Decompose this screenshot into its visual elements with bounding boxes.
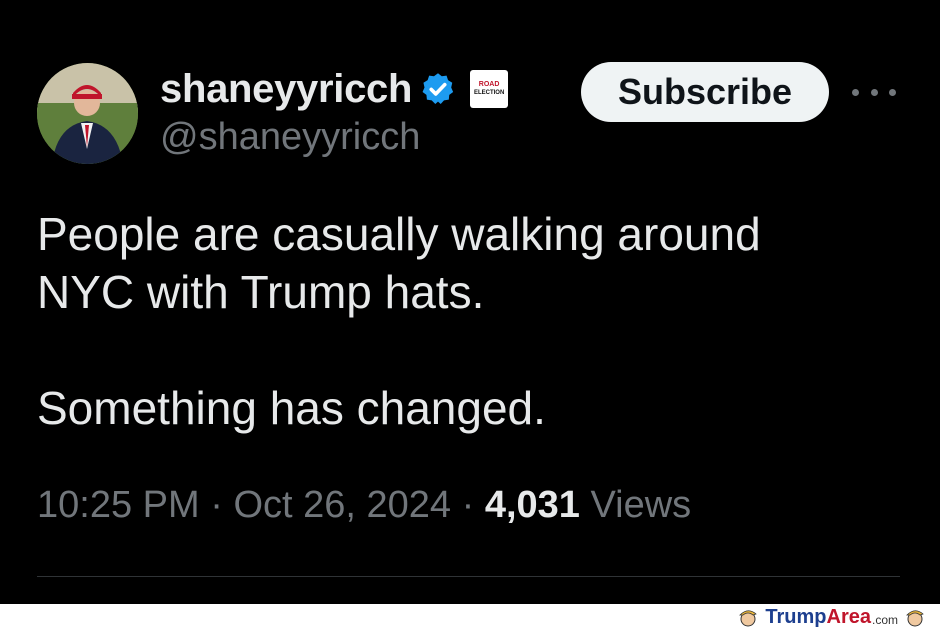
affiliation-line1: ROAD [478, 81, 500, 88]
trump-head-icon [739, 610, 758, 627]
display-name[interactable]: shaneyyricch [160, 67, 412, 112]
tweet-text: People are casually walking around NYC w… [37, 205, 897, 437]
divider [37, 576, 900, 577]
watermark: Trump Area .com [731, 605, 932, 629]
watermark-part1: Trump [765, 605, 827, 628]
more-dot [889, 88, 896, 96]
tweet-text-line: NYC with Trump hats. [37, 266, 485, 318]
tweet-time[interactable]: 10:25 PM [37, 484, 200, 526]
handle[interactable]: @shaneyyricch [160, 116, 420, 159]
views-label: Views [590, 484, 692, 526]
views-count[interactable]: 4,031 [485, 484, 580, 526]
tweet-meta: 10:25 PM · Oct 26, 2024 · 4,031 Views [37, 484, 691, 527]
affiliation-line2: ELECTION [473, 90, 505, 96]
more-dot [870, 88, 878, 96]
author-row: shaneyyricch ROAD ELECTION [160, 66, 509, 112]
tweet-text-line: Something has changed. [37, 382, 546, 434]
watermark-part2: Area [826, 605, 871, 628]
more-dot [852, 88, 859, 96]
avatar[interactable] [37, 63, 138, 164]
subscribe-button[interactable]: Subscribe [581, 62, 829, 122]
verified-badge-icon [422, 73, 454, 104]
tweet-card: shaneyyricch ROAD ELECTION @shaneyyricch… [0, 0, 940, 604]
trump-head-icon [906, 610, 924, 627]
meta-separator: · [461, 484, 475, 526]
tweet-date[interactable]: Oct 26, 2024 [233, 484, 451, 526]
watermark-bar: Trump Area .com [0, 604, 940, 630]
avatar-image [37, 63, 138, 164]
meta-separator: · [210, 484, 223, 526]
more-icon[interactable] [852, 76, 896, 108]
watermark-tld: .com [871, 613, 898, 627]
tweet-text-line: People are casually walking around [37, 208, 761, 260]
affiliation-badge[interactable]: ROAD ELECTION [470, 70, 509, 108]
